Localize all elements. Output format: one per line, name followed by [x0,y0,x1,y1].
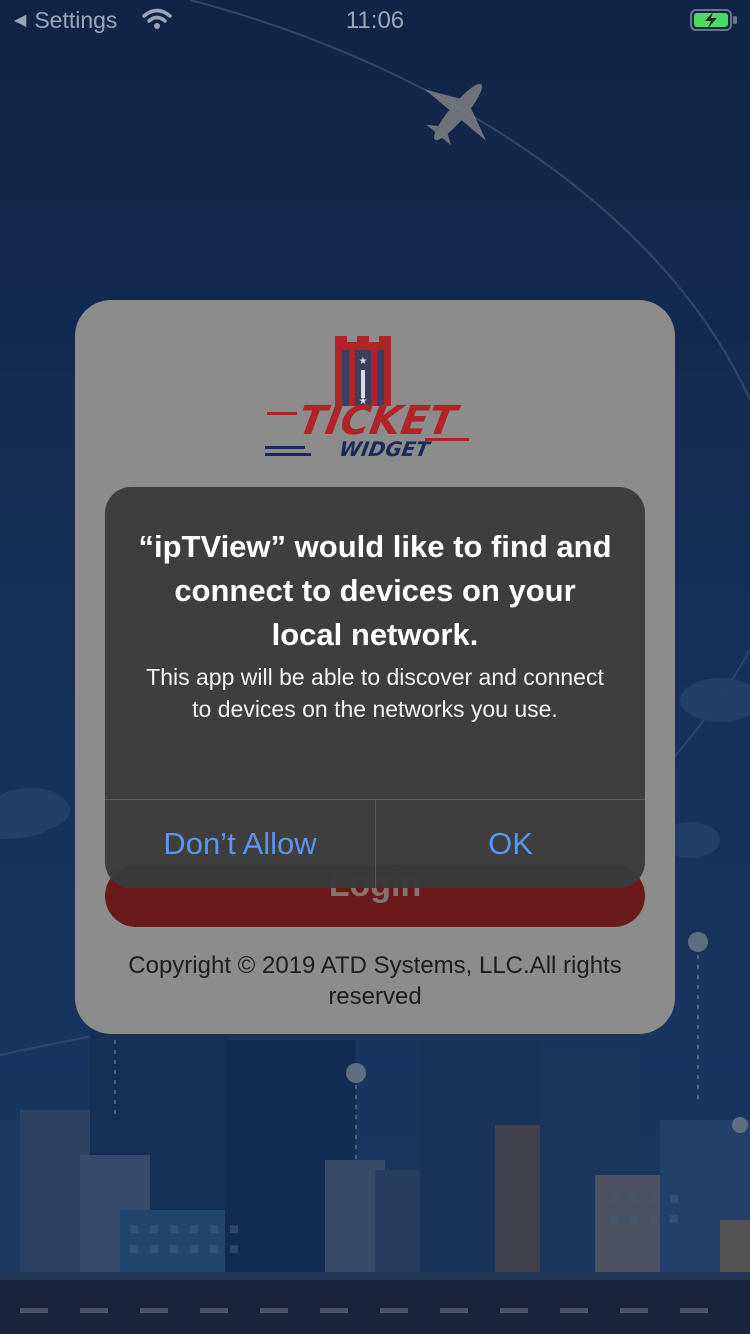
alert-message: This app will be able to discover and co… [146,664,604,722]
ok-button[interactable]: OK [376,800,645,888]
ticket-widget-logo: ★ ★ TICKET WIDGET [265,336,469,461]
app-screen: ◀ Settings 11:06 ★ ★ TICKET WIDGET Copyr… [0,0,750,1334]
local-network-permission-alert: “ipTView” would like to find and connect… [105,487,645,888]
status-bar: ◀ Settings 11:06 [0,0,750,40]
status-time: 11:06 [345,7,405,34]
alert-title: “ipTView” would like to find and connect… [138,529,612,652]
dont-allow-button[interactable]: Don’t Allow [105,800,375,888]
svg-text:★: ★ [359,356,368,367]
copyright-text: Copyright © 2019 ATD Systems, LLC.All ri… [128,952,622,1010]
logo-text-widget: WIDGET [337,437,433,461]
battery-charging-icon [690,9,737,31]
